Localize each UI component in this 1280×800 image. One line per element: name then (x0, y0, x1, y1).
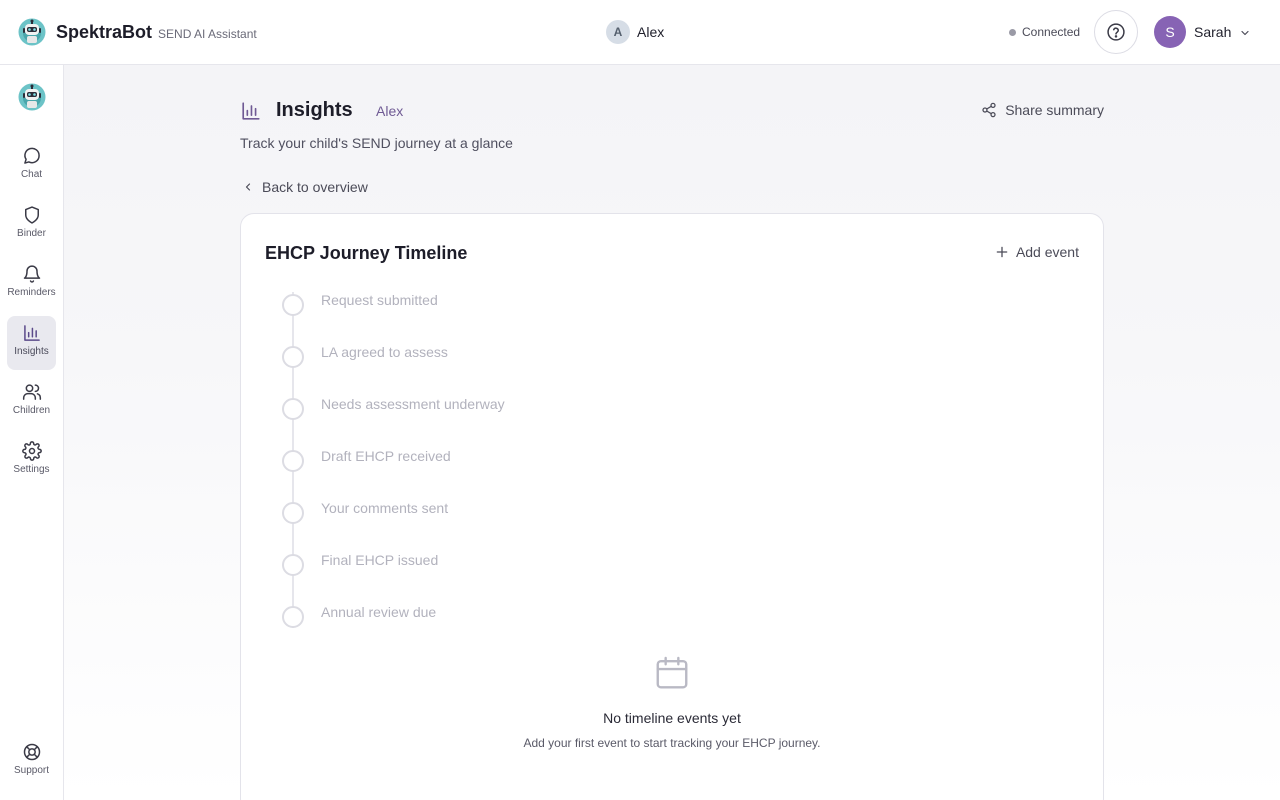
page-header: Insights Alex Share summary (240, 99, 1104, 123)
empty-state-text: Add your first event to start tracking y… (523, 736, 821, 750)
timeline-step-label: Annual review due (321, 604, 437, 620)
timeline-step: Annual review due (281, 604, 881, 628)
sidebar-item-binder[interactable]: Binder (7, 198, 56, 252)
timeline-step: Draft EHCP received (281, 448, 881, 472)
child-avatar: A (606, 20, 630, 44)
help-button[interactable] (1094, 10, 1138, 54)
sidebar-item-insights[interactable]: Insights (7, 316, 56, 370)
robot-logo-icon[interactable] (18, 83, 46, 111)
bar-chart-icon (23, 325, 40, 341)
timeline-step-label: Draft EHCP received (321, 448, 451, 464)
sidebar-item-support[interactable]: Support (7, 735, 56, 789)
step-circle-icon (282, 554, 304, 576)
sidebar-item-label: Settings (13, 464, 50, 475)
child-selector[interactable]: A Alex (606, 20, 664, 44)
timeline-step: Needs assessment underway (281, 396, 881, 420)
lifebuoy-icon (23, 743, 40, 761)
share-icon (982, 102, 996, 118)
step-circle-icon (282, 606, 304, 628)
sidebar-item-chat[interactable]: Chat (7, 139, 56, 193)
add-event-label: Add event (1015, 244, 1079, 260)
step-circle-icon (282, 346, 304, 368)
gear-icon (21, 441, 42, 461)
step-circle-icon (282, 450, 304, 472)
timeline-step: Your comments sent (281, 500, 881, 524)
share-summary-button[interactable]: Share summary (981, 102, 1104, 118)
user-avatar: S (1154, 16, 1186, 48)
chevron-down-icon (1241, 30, 1249, 36)
back-link-label: Back to overview (262, 179, 368, 195)
sidebar-item-label: Children (12, 405, 51, 416)
status-dot-icon (1009, 28, 1016, 36)
timeline-step-label: Your comments sent (321, 500, 449, 516)
sidebar-item-label: Reminders (7, 287, 56, 298)
plus-icon (996, 246, 1008, 258)
sidebar: Chat Binder Reminders Insights Children … (0, 65, 64, 800)
shield-icon (24, 206, 39, 224)
step-circle-icon (282, 502, 304, 524)
empty-state: No timeline events yet Add your first ev… (241, 654, 1103, 750)
sidebar-item-settings[interactable]: Settings (7, 434, 56, 488)
status-text: Connected (1022, 25, 1081, 39)
page-subtitle: Track your child's SEND journey at a gla… (240, 135, 513, 151)
sidebar-item-label: Chat (20, 169, 43, 180)
share-summary-label: Share summary (1005, 102, 1104, 118)
users-icon (22, 384, 41, 400)
timeline-step: Request submitted (281, 292, 881, 316)
step-circle-icon (282, 294, 304, 316)
chevron-left-icon (245, 183, 251, 191)
user-name: Sarah (1194, 24, 1232, 40)
top-bar: SpektraBot SEND AI Assistant A Alex Conn… (0, 0, 1280, 65)
timeline-step-label: Final EHCP issued (321, 552, 439, 568)
card-title: EHCP Journey Timeline (265, 243, 468, 263)
user-menu[interactable]: S Sarah (1154, 16, 1251, 48)
child-name: Alex (637, 24, 665, 40)
step-circle-icon (282, 398, 304, 420)
calendar-icon (656, 656, 688, 689)
page-child-tag: Alex (376, 103, 404, 119)
timeline-step-label: Request submitted (321, 292, 438, 308)
brand[interactable]: SpektraBot SEND AI Assistant (18, 18, 257, 46)
brand-subtitle: SEND AI Assistant (158, 26, 257, 41)
chat-bubble-icon (23, 147, 40, 164)
empty-state-title: No timeline events yet (603, 710, 741, 726)
timeline-step-label: LA agreed to assess (321, 344, 448, 360)
sidebar-item-children[interactable]: Children (7, 375, 56, 429)
page-title: Insights (276, 99, 353, 121)
bell-icon (23, 265, 40, 283)
timeline-step: Final EHCP issued (281, 552, 881, 576)
ehcp-timeline-card: EHCP Journey Timeline Add event Request … (240, 213, 1104, 800)
sidebar-item-reminders[interactable]: Reminders (7, 257, 56, 311)
brand-name: SpektraBot (56, 21, 153, 42)
sidebar-item-label: Binder (17, 228, 46, 239)
add-event-button[interactable]: Add event (995, 244, 1079, 260)
bar-chart-icon (242, 102, 260, 120)
sidebar-item-label: Support (13, 765, 50, 776)
robot-logo-icon (18, 18, 46, 46)
connection-status: Connected (1009, 25, 1080, 39)
timeline-step-label: Needs assessment underway (321, 396, 505, 412)
main-content: Insights Alex Share summary Track your c… (64, 65, 1280, 800)
timeline-step: LA agreed to assess (281, 344, 881, 368)
sidebar-item-label: Insights (14, 346, 49, 357)
back-to-overview-link[interactable]: Back to overview (242, 179, 368, 195)
help-circle-icon (1107, 23, 1125, 41)
